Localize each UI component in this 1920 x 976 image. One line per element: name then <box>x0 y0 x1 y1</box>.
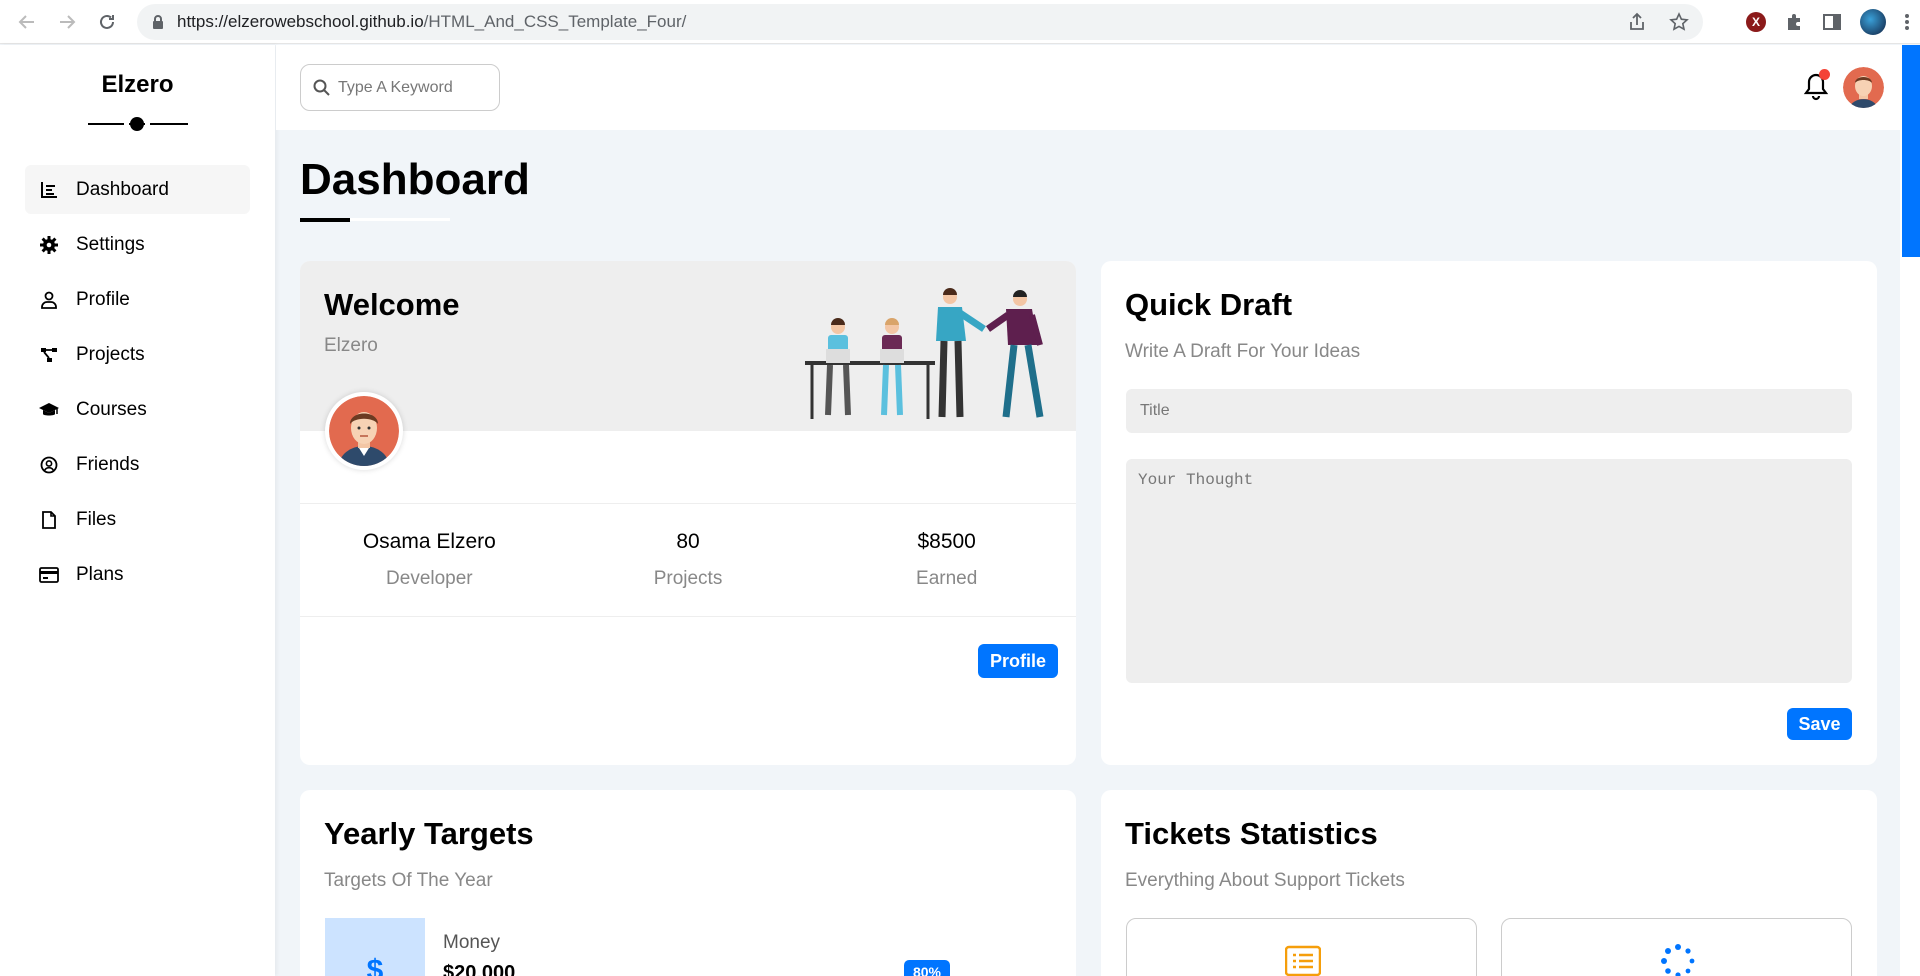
extensions-puzzle-icon[interactable] <box>1784 12 1804 32</box>
sidebar-item-label: Plans <box>76 563 124 585</box>
scrollbar-thumb[interactable] <box>1902 45 1920 257</box>
brand-dot <box>130 117 144 131</box>
stat-value: 80 <box>676 530 700 553</box>
sidebar-item-friends[interactable]: Friends <box>25 440 250 489</box>
draft-thought-textarea[interactable] <box>1126 459 1852 683</box>
welcome-header: Welcome Elzero <box>300 261 1076 431</box>
forward-icon[interactable] <box>52 7 82 37</box>
file-icon <box>39 510 59 530</box>
tickets-statistics-card: Tickets Statistics Everything About Supp… <box>1101 790 1877 976</box>
draft-title: Quick Draft <box>1125 287 1293 322</box>
sidebar-item-settings[interactable]: Settings <box>25 220 250 269</box>
sidebar-item-label: Settings <box>76 233 145 255</box>
list-icon <box>1285 945 1321 976</box>
draft-subtitle: Write A Draft For Your Ideas <box>1125 341 1361 362</box>
target-label: Money <box>443 932 501 953</box>
stat-label: Developer <box>386 568 473 589</box>
quick-draft-card: Quick Draft Write A Draft For Your Ideas… <box>1101 261 1877 765</box>
notification-badge <box>1819 69 1830 80</box>
spinner-icon <box>1661 944 1695 976</box>
page-title: Dashboard <box>300 155 530 204</box>
brand-logo: Elzero <box>101 71 174 98</box>
lock-icon <box>153 15 163 29</box>
welcome-stats: Osama Elzero Developer 80 Projects $8500… <box>300 503 1076 617</box>
diagram-icon <box>39 345 59 365</box>
user-icon <box>39 290 59 310</box>
sidebar-item-label: Friends <box>76 453 140 475</box>
sidebar-item-courses[interactable]: Courses <box>25 385 250 434</box>
stat-earned: $8500 Earned <box>817 504 1076 616</box>
url-text: https://elzerowebschool.github.io/HTML_A… <box>177 12 687 31</box>
tickets-title: Tickets Statistics <box>1125 816 1378 851</box>
user-circle-icon <box>39 455 59 475</box>
sidebar: Elzero Dashboard Settings Profile Projec… <box>0 45 275 976</box>
ticket-stat-box <box>1501 918 1852 976</box>
stat-label: Earned <box>916 568 978 589</box>
team-illustration <box>805 288 1044 419</box>
search-box <box>300 64 500 111</box>
address-bar[interactable]: https://elzerowebschool.github.io/HTML_A… <box>137 4 1703 40</box>
tickets-subtitle: Everything About Support Tickets <box>1125 870 1405 891</box>
draft-title-input[interactable] <box>1126 389 1852 433</box>
extension-x-icon[interactable]: X <box>1746 12 1766 32</box>
sidebar-menu: Dashboard Settings Profile Projects Cour… <box>25 165 250 605</box>
more-menu-icon[interactable] <box>1904 12 1910 32</box>
yearly-targets-card: Yearly Targets Targets Of The Year $ Mon… <box>300 790 1076 976</box>
sidebar-item-profile[interactable]: Profile <box>25 275 250 324</box>
sidebar-item-projects[interactable]: Projects <box>25 330 250 379</box>
dollar-icon: $ <box>325 918 425 976</box>
search-icon <box>313 79 330 96</box>
sidebar-item-label: Projects <box>76 343 145 365</box>
back-icon[interactable] <box>12 7 42 37</box>
chart-icon <box>39 180 59 200</box>
stat-projects: 80 Projects <box>559 504 818 616</box>
stat-value: Osama Elzero <box>362 530 496 553</box>
gear-icon <box>39 235 59 255</box>
sidebar-item-label: Profile <box>76 288 130 310</box>
welcome-avatar <box>325 392 403 470</box>
graduation-cap-icon <box>39 400 59 420</box>
welcome-title: Welcome <box>324 287 460 322</box>
sidebar-item-label: Dashboard <box>76 178 169 200</box>
ticket-stat-box <box>1126 918 1477 976</box>
search-input[interactable] <box>338 78 488 97</box>
targets-subtitle: Targets Of The Year <box>324 870 493 891</box>
stat-label: Projects <box>653 568 723 589</box>
top-header <box>276 45 1900 130</box>
share-icon[interactable] <box>1627 12 1647 32</box>
browser-toolbar: https://elzerowebschool.github.io/HTML_A… <box>0 0 1920 44</box>
profile-button[interactable]: Profile <box>978 644 1058 678</box>
bookmark-star-icon[interactable] <box>1669 12 1689 32</box>
credit-card-icon <box>39 565 59 585</box>
reload-icon[interactable] <box>92 7 122 37</box>
title-underline-accent <box>300 218 350 222</box>
sidebar-item-files[interactable]: Files <box>25 495 250 544</box>
user-avatar[interactable] <box>1843 67 1884 108</box>
save-button[interactable]: Save <box>1787 708 1852 740</box>
sidebar-item-label: Courses <box>76 398 147 420</box>
sidebar-item-label: Files <box>76 508 117 530</box>
browser-profile-avatar[interactable] <box>1860 9 1886 35</box>
target-value: $20.000 <box>443 962 516 976</box>
welcome-card: Welcome Elzero Osama Elzero Developer 80… <box>300 261 1076 765</box>
sidebar-item-dashboard[interactable]: Dashboard <box>25 165 250 214</box>
target-progress-badge: 80% <box>904 960 950 976</box>
welcome-subtitle: Elzero <box>324 335 378 356</box>
targets-title: Yearly Targets <box>324 816 534 851</box>
sidebar-item-plans[interactable]: Plans <box>25 550 250 599</box>
stat-value: $8500 <box>917 530 976 553</box>
side-panel-icon[interactable] <box>1822 12 1842 32</box>
stat-name: Osama Elzero Developer <box>300 504 559 616</box>
